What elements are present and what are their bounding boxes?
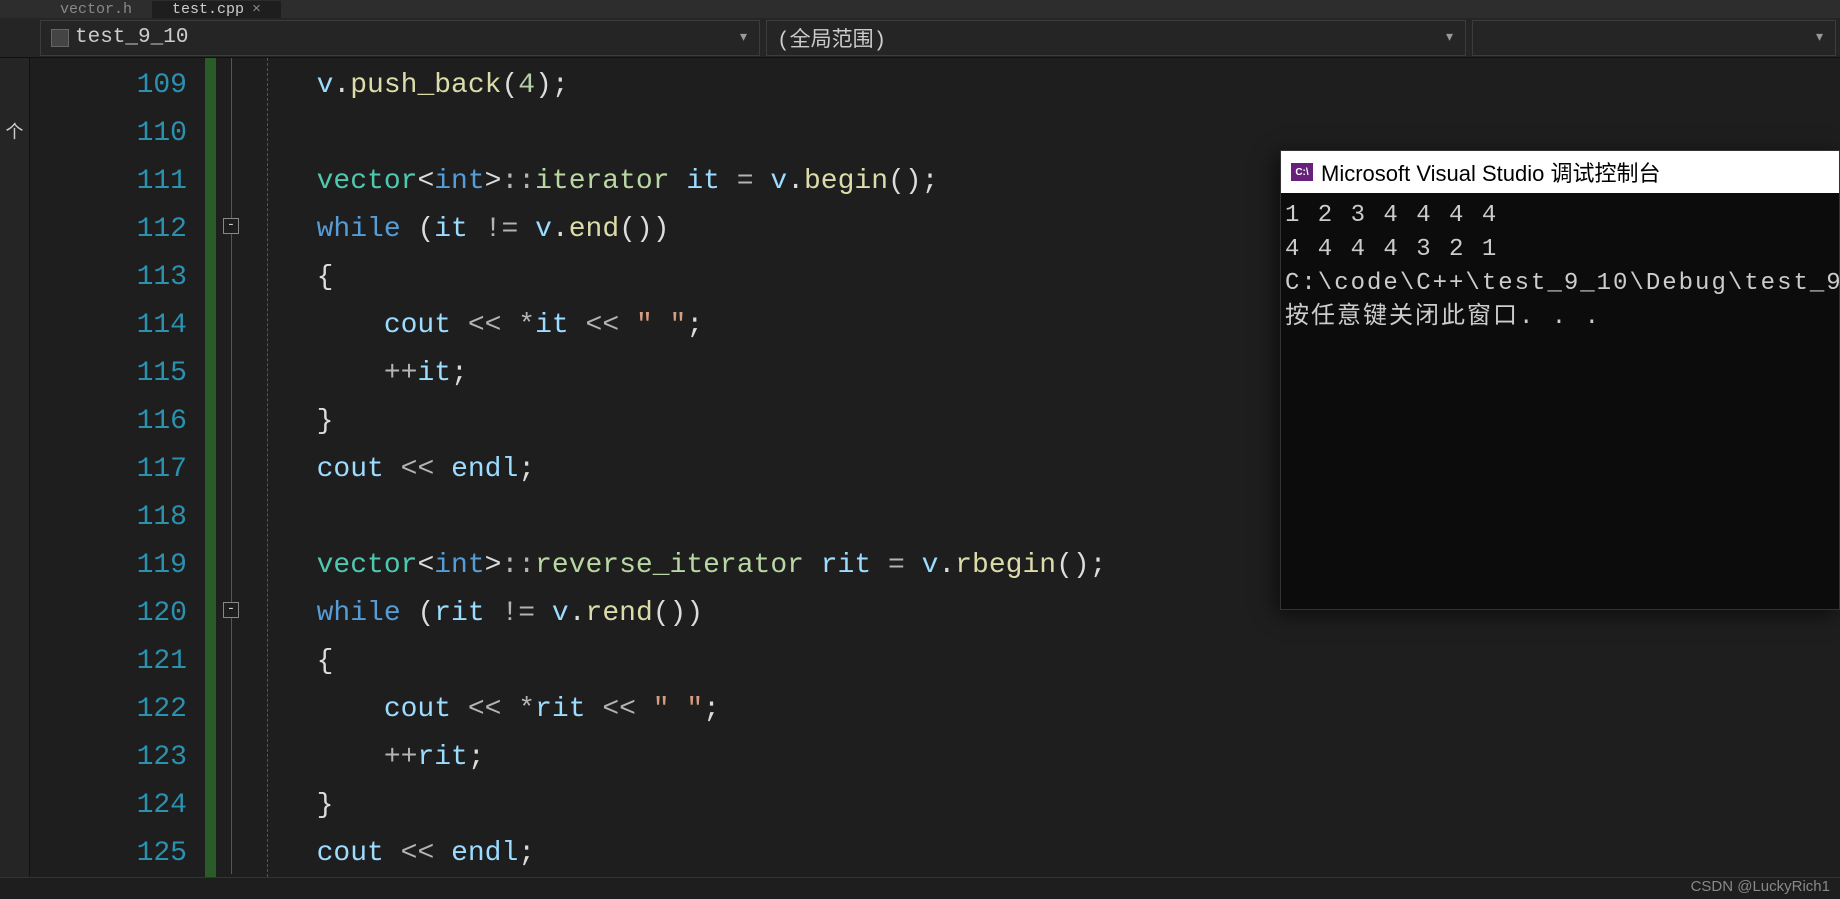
line-number: 119 bbox=[30, 542, 187, 590]
console-line: 按任意键关闭此窗口. . . bbox=[1285, 301, 1835, 335]
code-line: cout << endl; bbox=[283, 830, 1840, 877]
line-number: 121 bbox=[30, 638, 187, 686]
console-title-text: Microsoft Visual Studio 调试控制台 bbox=[1321, 156, 1660, 188]
line-number: 124 bbox=[30, 782, 187, 830]
indent-guide-strip bbox=[265, 58, 283, 877]
line-number: 118 bbox=[30, 494, 187, 542]
close-icon[interactable]: × bbox=[252, 1, 261, 18]
chevron-down-icon: ▾ bbox=[1816, 29, 1823, 46]
vs-icon: C:\ bbox=[1291, 163, 1313, 181]
target-dropdown[interactable]: test_9_10 ▾ bbox=[40, 20, 760, 56]
sidebar-text: 个 bbox=[6, 124, 24, 144]
line-number: 120 bbox=[30, 590, 187, 638]
target-label: test_9_10 bbox=[75, 26, 188, 49]
line-number: 115 bbox=[30, 350, 187, 398]
fold-guide bbox=[231, 58, 232, 874]
line-gutter: 109 110 111 112 113 114 115 116 117 118 … bbox=[30, 58, 205, 877]
line-number: 110 bbox=[30, 110, 187, 158]
console-output: 1 2 3 4 4 4 44 4 4 4 3 2 1C:\code\C++\te… bbox=[1281, 193, 1839, 341]
code-line: ++rit; bbox=[283, 734, 1840, 782]
code-line: { bbox=[283, 638, 1840, 686]
line-number: 109 bbox=[30, 62, 187, 110]
watermark: CSDN @LuckyRich1 bbox=[1691, 878, 1830, 895]
line-number: 113 bbox=[30, 254, 187, 302]
fold-toggle-icon[interactable]: - bbox=[223, 218, 239, 234]
line-number: 111 bbox=[30, 158, 187, 206]
console-line: 1 2 3 4 4 4 4 bbox=[1285, 199, 1835, 233]
indent-guide bbox=[267, 58, 268, 877]
sidebar-stub: 个 bbox=[0, 58, 30, 899]
console-line: 4 4 4 4 3 2 1 bbox=[1285, 233, 1835, 267]
scope-label: (全局范围) bbox=[777, 23, 886, 53]
code-line: } bbox=[283, 782, 1840, 830]
chevron-down-icon: ▾ bbox=[740, 29, 747, 46]
chevron-down-icon: ▾ bbox=[1446, 29, 1453, 46]
console-line: C:\code\C++\test_9_10\Debug\test_9_ bbox=[1285, 267, 1835, 301]
fold-toggle-icon[interactable]: - bbox=[223, 602, 239, 618]
fold-margin: - - bbox=[217, 58, 265, 877]
line-number: 114 bbox=[30, 302, 187, 350]
change-margin bbox=[205, 58, 217, 877]
scope-dropdown[interactable]: (全局范围) ▾ bbox=[766, 20, 1466, 56]
statusbar bbox=[0, 877, 1840, 899]
navbar: test_9_10 ▾ (全局范围) ▾ ▾ bbox=[0, 18, 1840, 58]
code-line: cout << *rit << " "; bbox=[283, 686, 1840, 734]
line-number: 117 bbox=[30, 446, 187, 494]
line-number: 122 bbox=[30, 686, 187, 734]
file-tab-active[interactable]: test.cpp × bbox=[152, 1, 281, 18]
tab-label: vector.h bbox=[60, 1, 132, 18]
file-tab-inactive[interactable]: vector.h bbox=[40, 1, 152, 18]
line-number: 125 bbox=[30, 830, 187, 877]
line-number: 123 bbox=[30, 734, 187, 782]
console-titlebar[interactable]: C:\ Microsoft Visual Studio 调试控制台 bbox=[1281, 151, 1839, 193]
code-line: v.push_back(4); bbox=[283, 62, 1840, 110]
line-number: 116 bbox=[30, 398, 187, 446]
tab-label: test.cpp bbox=[172, 1, 244, 18]
file-tabs: vector.h test.cpp × bbox=[0, 0, 1840, 18]
debug-console-window[interactable]: C:\ Microsoft Visual Studio 调试控制台 1 2 3 … bbox=[1280, 150, 1840, 610]
project-icon bbox=[51, 29, 69, 47]
member-dropdown[interactable]: ▾ bbox=[1472, 20, 1836, 56]
line-number: 112 bbox=[30, 206, 187, 254]
